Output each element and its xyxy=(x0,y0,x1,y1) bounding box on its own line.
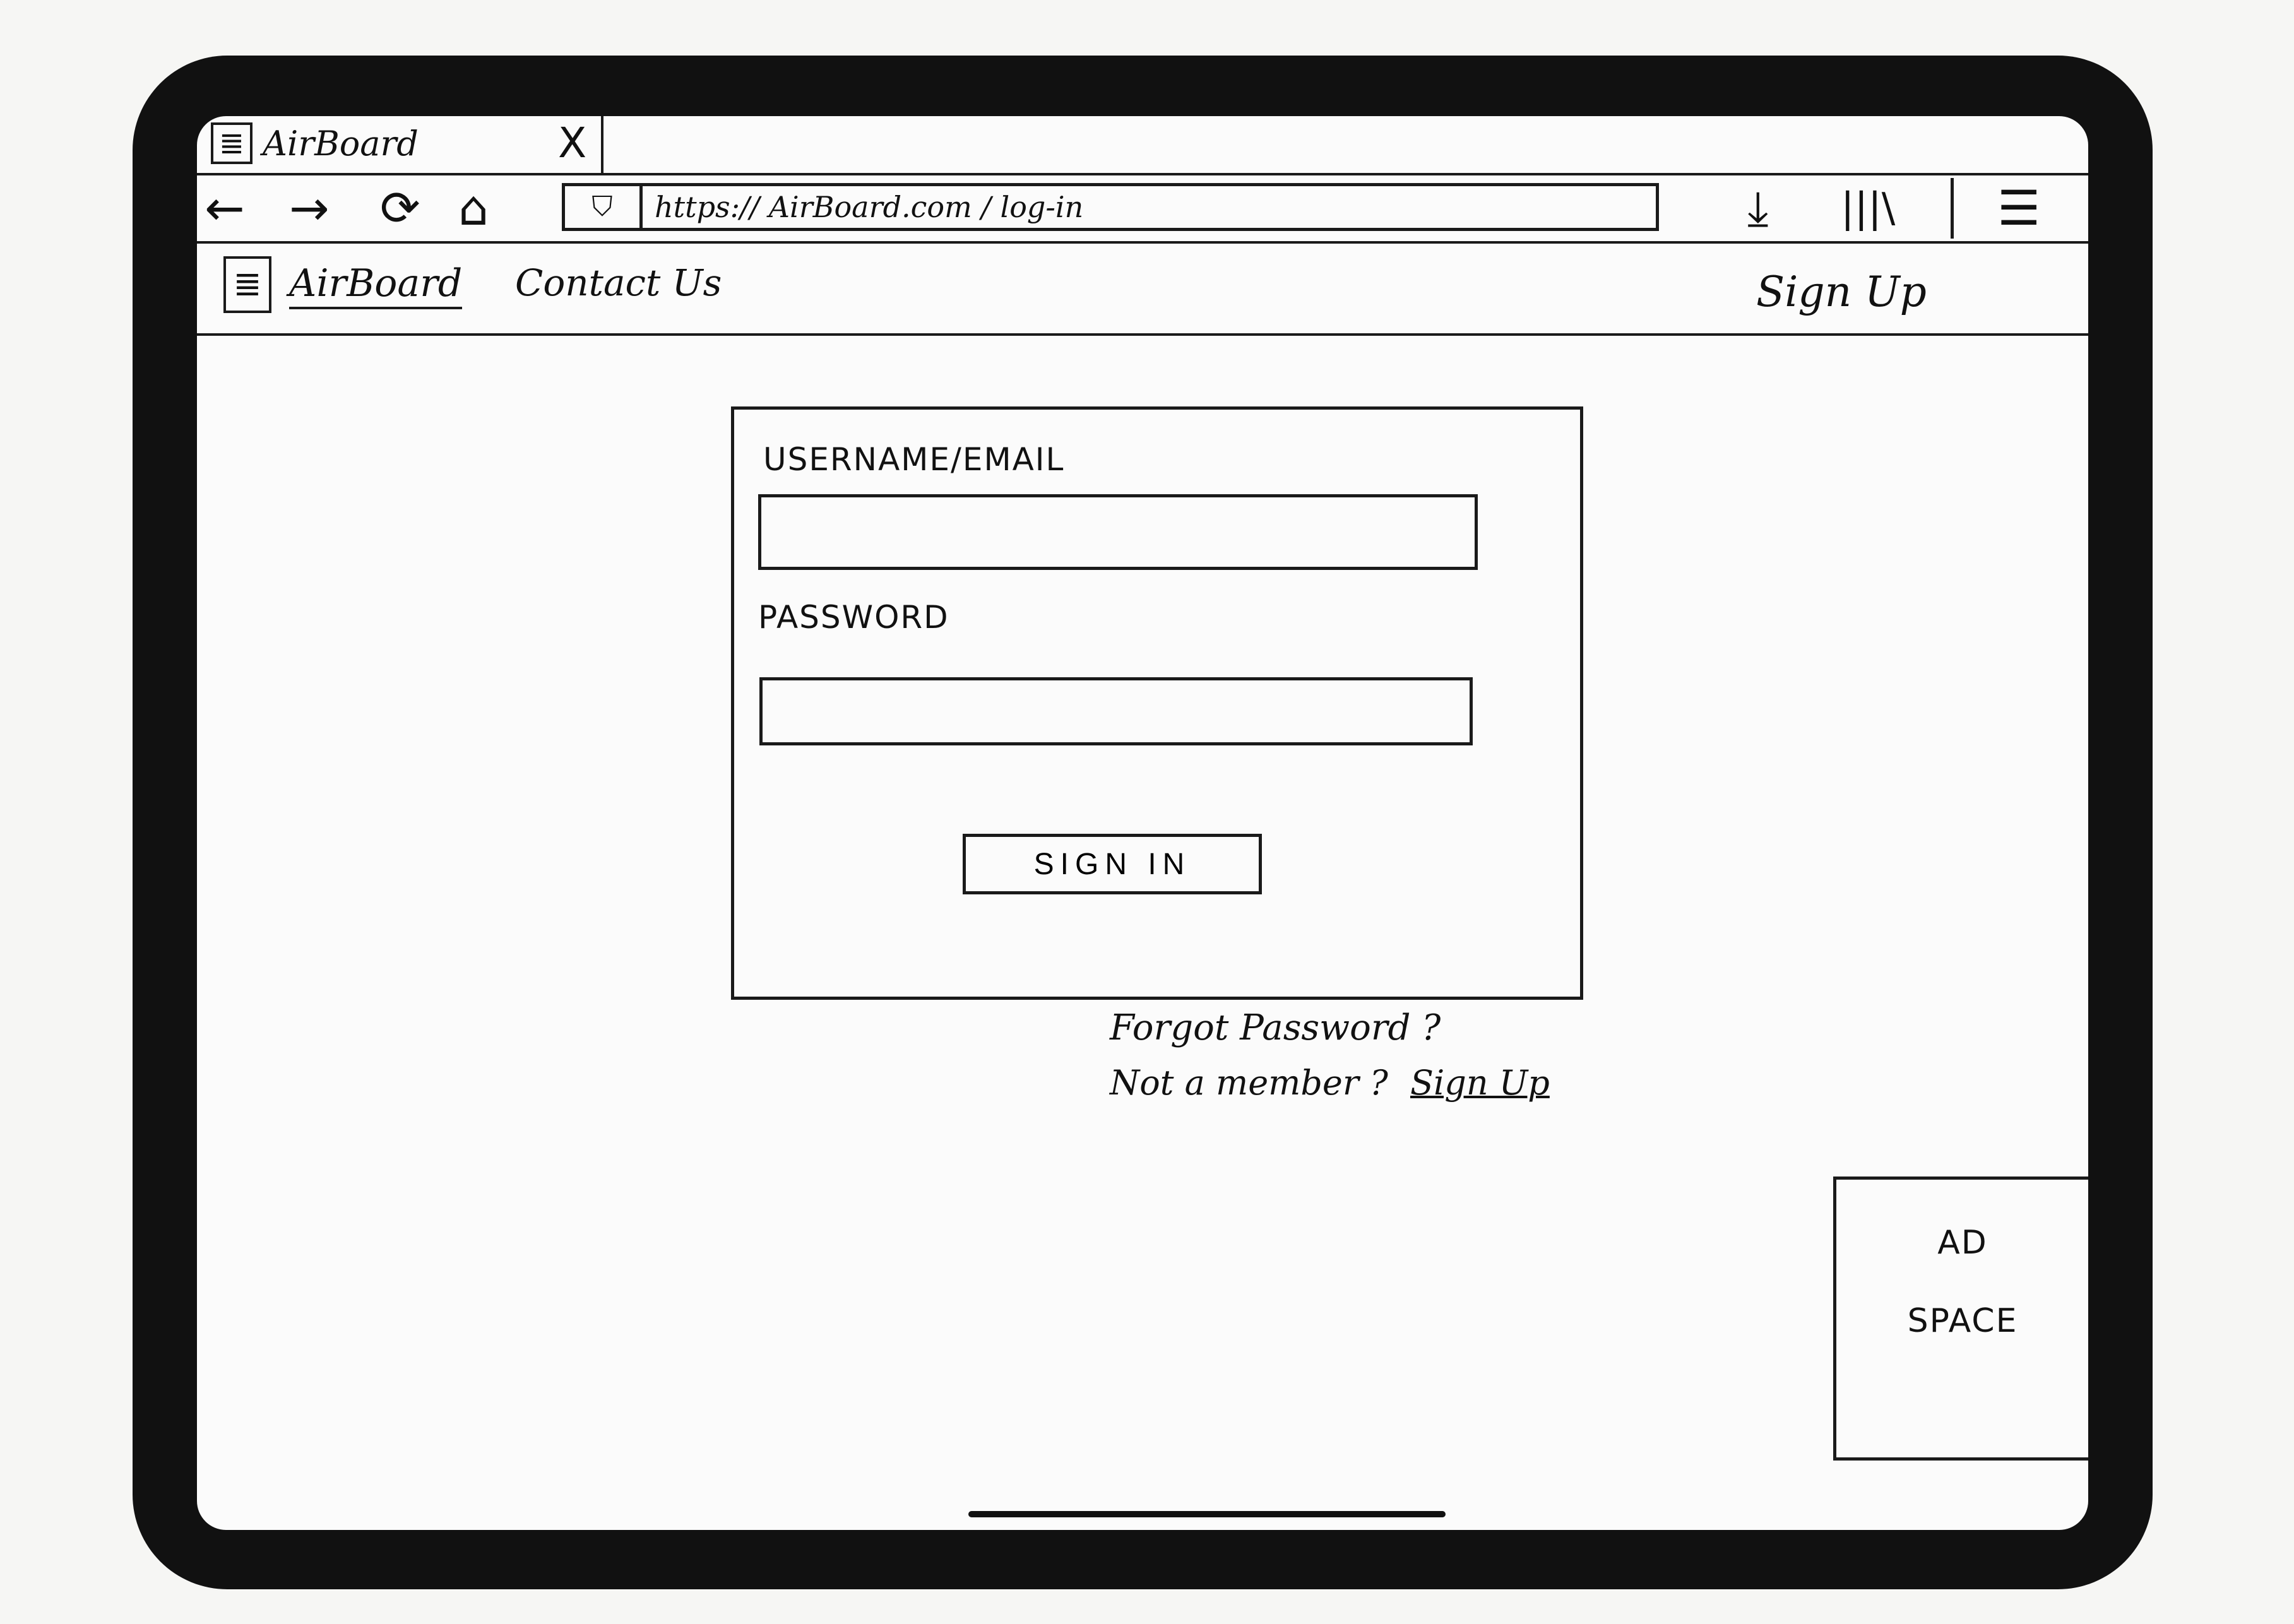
sign-up-link[interactable]: Sign Up xyxy=(1410,1063,1550,1103)
screen: ≣ AirBoard X ← → ⟳ ⌂ ⛉ https:// AirBoard… xyxy=(197,116,2088,1530)
url-text[interactable]: https:// AirBoard.com / log-in xyxy=(655,190,1083,224)
username-input[interactable] xyxy=(758,494,1478,570)
ad-label: AD xyxy=(1937,1224,1988,1262)
shield-icon[interactable]: ⛉ xyxy=(565,186,643,228)
site-header: ≣ AirBoard Contact Us Sign Up xyxy=(197,244,2088,336)
airboard-logo-icon[interactable]: ≣ xyxy=(223,256,271,313)
nav-sign-up[interactable]: Sign Up xyxy=(1756,268,1927,316)
forward-arrow-icon[interactable]: → xyxy=(289,182,330,235)
hamburger-menu-icon[interactable]: ☰ xyxy=(1997,182,2040,235)
reload-icon[interactable]: ⟳ xyxy=(380,182,420,235)
tab-strip: ≣ AirBoard X xyxy=(197,116,2088,175)
login-card: USERNAME/EMAIL PASSWORD SIGN IN xyxy=(731,406,1583,1000)
member-prompt: Not a member ? Sign Up xyxy=(1110,1063,1550,1103)
tablet-frame: ≣ AirBoard X ← → ⟳ ⌂ ⛉ https:// AirBoard… xyxy=(133,56,2153,1589)
ad-label-space: SPACE xyxy=(1907,1302,2018,1340)
forgot-password-link[interactable]: Forgot Password ? xyxy=(1110,1007,1441,1048)
site-name[interactable]: AirBoard xyxy=(289,261,463,309)
download-icon[interactable]: ⤓ xyxy=(1747,182,1769,235)
password-label: PASSWORD xyxy=(758,599,949,636)
tab-title: AirBoard xyxy=(263,124,419,163)
username-label: USERNAME/EMAIL xyxy=(763,441,1065,478)
home-icon[interactable]: ⌂ xyxy=(458,182,489,235)
toolbar-divider xyxy=(1951,178,1954,239)
browser-toolbar: ← → ⟳ ⌂ ⛉ https:// AirBoard.com / log-in… xyxy=(197,175,2088,244)
airboard-logo-icon: ≣ xyxy=(211,122,253,164)
password-input[interactable] xyxy=(759,677,1473,745)
back-arrow-icon[interactable]: ← xyxy=(205,182,245,235)
sign-in-button[interactable]: SIGN IN xyxy=(963,834,1262,894)
ad-space: AD SPACE xyxy=(1833,1177,2088,1461)
home-indicator xyxy=(968,1511,1446,1517)
paper-background: ≣ AirBoard X ← → ⟳ ⌂ ⛉ https:// AirBoard… xyxy=(0,0,2294,1624)
library-icon[interactable]: |||\ xyxy=(1841,182,1895,235)
browser-tab[interactable]: ≣ AirBoard X xyxy=(197,116,603,173)
nav-contact-us[interactable]: Contact Us xyxy=(515,261,722,304)
address-bar[interactable]: ⛉ https:// AirBoard.com / log-in xyxy=(562,183,1659,231)
member-prompt-text: Not a member ? xyxy=(1110,1063,1388,1103)
close-tab-icon[interactable]: X xyxy=(558,119,586,168)
